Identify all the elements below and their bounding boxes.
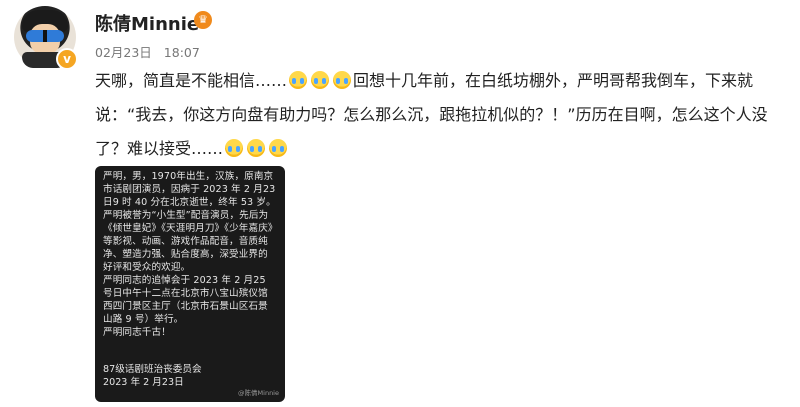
obituary-signature: 87级话剧班治丧委员会 2023 年 2 月23日	[103, 364, 202, 388]
avatar-glasses	[26, 30, 64, 42]
crying-emoji-icon	[225, 139, 244, 157]
image-watermark: @陈倩Minnie	[238, 389, 279, 397]
post-content: 天哪，简直是不能相信…… 回想十几年前，在白纸坊棚外，严明哥帮我倒车，下来就说：“…	[95, 64, 785, 166]
post-time[interactable]: 18:07	[164, 45, 200, 60]
author-name[interactable]: 陈倩Minnie	[95, 10, 199, 36]
post-meta: 02月23日 18:07	[95, 42, 200, 61]
crying-emoji-icon	[333, 71, 352, 89]
vip-crown-icon: ♛	[194, 11, 212, 29]
crying-emoji-icon	[289, 71, 308, 89]
verified-badge-icon: v	[56, 48, 78, 70]
crying-emoji-icon	[269, 139, 288, 157]
crying-emoji-icon	[311, 71, 330, 89]
post-date[interactable]: 02月23日	[95, 45, 152, 60]
author-avatar[interactable]: v	[14, 6, 78, 70]
obituary-image[interactable]: 严明，男，1970年出生，汉族，原南京市话剧团演员，因病于 2023 年 2 月…	[95, 166, 285, 402]
post-text-part1: 天哪，简直是不能相信……	[95, 71, 288, 90]
crying-emoji-icon	[247, 139, 266, 157]
obituary-body: 严明，男，1970年出生，汉族，原南京市话剧团演员，因病于 2023 年 2 月…	[103, 171, 276, 338]
